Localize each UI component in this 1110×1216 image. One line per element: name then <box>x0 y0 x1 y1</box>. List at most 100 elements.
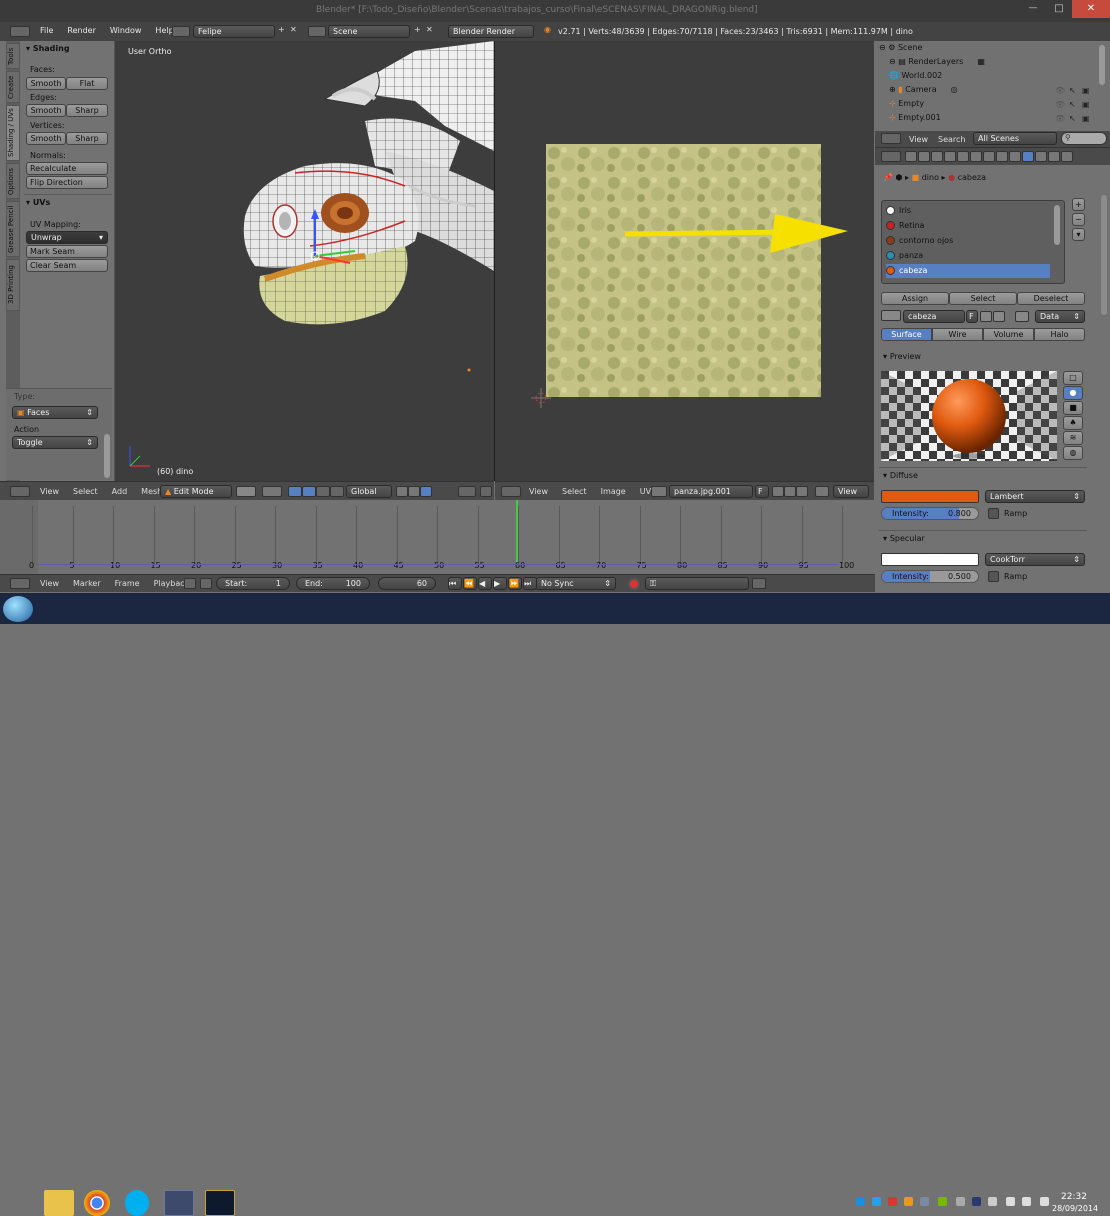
editor-type-icon[interactable] <box>501 486 521 497</box>
open-image-icon[interactable] <box>784 486 796 497</box>
add-material-icon[interactable] <box>980 311 992 322</box>
keying-set-field[interactable]: ⚿ <box>645 577 749 590</box>
chrome-icon[interactable] <box>84 1190 110 1216</box>
tab-shading-uvs[interactable]: Shading / UVs <box>6 105 20 161</box>
dropbox-icon[interactable] <box>856 1197 865 1206</box>
league-launcher-icon[interactable] <box>205 1190 235 1216</box>
material-slot[interactable]: Retina <box>886 219 1050 233</box>
mode-selector[interactable]: ▲ Edit Mode <box>160 485 232 498</box>
menu-marker[interactable]: Marker <box>73 579 101 588</box>
tab-3d-printing[interactable]: 3D Printing <box>6 259 20 311</box>
add-slot-button[interactable]: + <box>1072 198 1085 211</box>
record-button[interactable] <box>628 578 640 590</box>
menu-select[interactable]: Select <box>562 487 587 496</box>
diffuse-color-swatch[interactable] <box>881 490 979 503</box>
flag-icon[interactable] <box>1040 1197 1049 1206</box>
fake-user-button[interactable]: F <box>755 485 769 498</box>
render-icon[interactable]: ▣ <box>1082 100 1090 109</box>
visibility-icon[interactable]: 👁 <box>1055 114 1065 123</box>
render-icon[interactable]: ▣ <box>1082 114 1090 123</box>
network-icon[interactable] <box>1006 1197 1015 1206</box>
scene-selector[interactable]: Scene <box>328 25 410 38</box>
tray-app-icon[interactable] <box>956 1197 965 1206</box>
material-slot[interactable]: cabeza <box>886 264 1050 278</box>
2d-cursor-icon[interactable] <box>531 388 551 408</box>
skype-icon[interactable] <box>125 1190 149 1216</box>
pin-icon[interactable]: 📌 <box>883 173 896 182</box>
assign-button[interactable]: Assign <box>881 292 949 305</box>
edge-select-icon[interactable] <box>408 486 420 497</box>
preview-monkey-icon[interactable]: ♠ <box>1063 416 1083 430</box>
3d-viewport[interactable]: User Ortho (60) dino <box>115 41 494 481</box>
menu-image[interactable]: Image <box>601 487 626 496</box>
menu-add[interactable]: Add <box>112 487 128 496</box>
proportional-icon[interactable] <box>458 486 476 497</box>
render-tab-icon[interactable] <box>905 151 917 162</box>
play-reverse-icon[interactable]: ◀ <box>478 577 492 590</box>
diffuse-intensity-slider[interactable]: Intensity: 0.800 <box>881 507 979 520</box>
texture-tab-icon[interactable] <box>1035 151 1047 162</box>
deselect-button[interactable]: Deselect <box>1017 292 1085 305</box>
add-layout-icon[interactable]: + <box>278 25 285 34</box>
editor-type-icon[interactable] <box>10 486 30 497</box>
tab-wire[interactable]: Wire <box>932 328 983 341</box>
material-tab-icon[interactable] <box>1022 151 1034 162</box>
start-frame-field[interactable]: Start: 1 <box>216 577 290 590</box>
menu-file[interactable]: File <box>40 26 53 35</box>
tray-app-icon[interactable] <box>972 1197 981 1206</box>
material-fake-user-button[interactable]: F <box>966 310 978 323</box>
material-slot[interactable]: panza <box>886 249 1050 263</box>
list-scrollbar[interactable] <box>1054 205 1060 245</box>
current-frame-line[interactable] <box>516 500 518 562</box>
menu-view[interactable]: View <box>40 579 59 588</box>
editor-type-icon[interactable] <box>10 578 30 589</box>
tab-halo[interactable]: Halo <box>1034 328 1085 341</box>
remove-layout-icon[interactable]: ✕ <box>290 25 297 34</box>
outliner-row[interactable]: ⊹ Empty.001 <box>889 113 1079 126</box>
select-arrow-icon[interactable]: ↖ <box>1069 114 1076 123</box>
pivot-icon[interactable] <box>262 486 282 497</box>
diffuse-shader-selector[interactable]: Lambert ⇕ <box>985 490 1085 503</box>
operator-scrollbar[interactable] <box>104 434 110 478</box>
modifiers-tab-icon[interactable] <box>983 151 995 162</box>
remove-scene-icon[interactable]: ✕ <box>426 25 433 34</box>
outliner-scrollbar[interactable] <box>1099 45 1105 85</box>
editor-type-icon[interactable] <box>881 133 901 144</box>
clear-seam-button[interactable]: Clear Seam <box>26 259 108 272</box>
menu-view[interactable]: View <box>529 487 548 496</box>
view-mode-selector[interactable]: View <box>833 485 869 498</box>
recalculate-button[interactable]: Recalculate <box>26 162 108 175</box>
jump-keyframe-back-icon[interactable]: ⏪ <box>463 577 477 590</box>
tray-app-icon[interactable] <box>888 1197 897 1206</box>
volume-icon[interactable] <box>1022 1197 1031 1206</box>
unlink-image-icon[interactable] <box>796 486 808 497</box>
current-frame-field[interactable]: 60 <box>378 577 436 590</box>
outliner-row[interactable]: 🌐 World.002 <box>889 71 1079 84</box>
render-layers-tab-icon[interactable] <box>918 151 930 162</box>
preview-hair-icon[interactable]: ≋ <box>1063 431 1083 445</box>
render-icon[interactable]: ▣ <box>1082 86 1090 95</box>
physics-tab-icon[interactable] <box>1061 151 1073 162</box>
preview-cube-icon[interactable]: ■ <box>1063 401 1083 415</box>
layout-selector[interactable]: Felipe <box>193 25 275 38</box>
menu-view[interactable]: View <box>40 487 59 496</box>
tray-app-icon[interactable] <box>904 1197 913 1206</box>
play-icon[interactable]: ▶ <box>493 577 507 590</box>
translate-icon[interactable] <box>302 486 316 497</box>
scene-tab-icon[interactable] <box>931 151 943 162</box>
tray-app-icon[interactable] <box>920 1197 929 1206</box>
tray-app-icon[interactable] <box>872 1197 881 1206</box>
properties-scrollbar[interactable] <box>1101 195 1107 315</box>
tab-grease-pencil[interactable]: Grease Pencil <box>6 201 20 257</box>
preview-flat-icon[interactable]: □ <box>1063 371 1083 385</box>
tab-create[interactable]: Create <box>6 71 20 103</box>
start-button[interactable] <box>3 596 33 622</box>
particles-tab-icon[interactable] <box>1048 151 1060 162</box>
clock-time[interactable]: 22:32 <box>1061 1192 1087 1202</box>
outliner-search-field[interactable]: ⚲ <box>1061 132 1107 145</box>
specular-ramp-checkbox[interactable] <box>988 571 999 582</box>
flip-direction-button[interactable]: Flip Direction <box>26 176 108 189</box>
image-name-field[interactable]: panza.jpg.001 <box>669 485 753 498</box>
snap-icon[interactable] <box>480 486 492 497</box>
specular-panel-header[interactable]: ▾ Specular <box>883 534 925 543</box>
